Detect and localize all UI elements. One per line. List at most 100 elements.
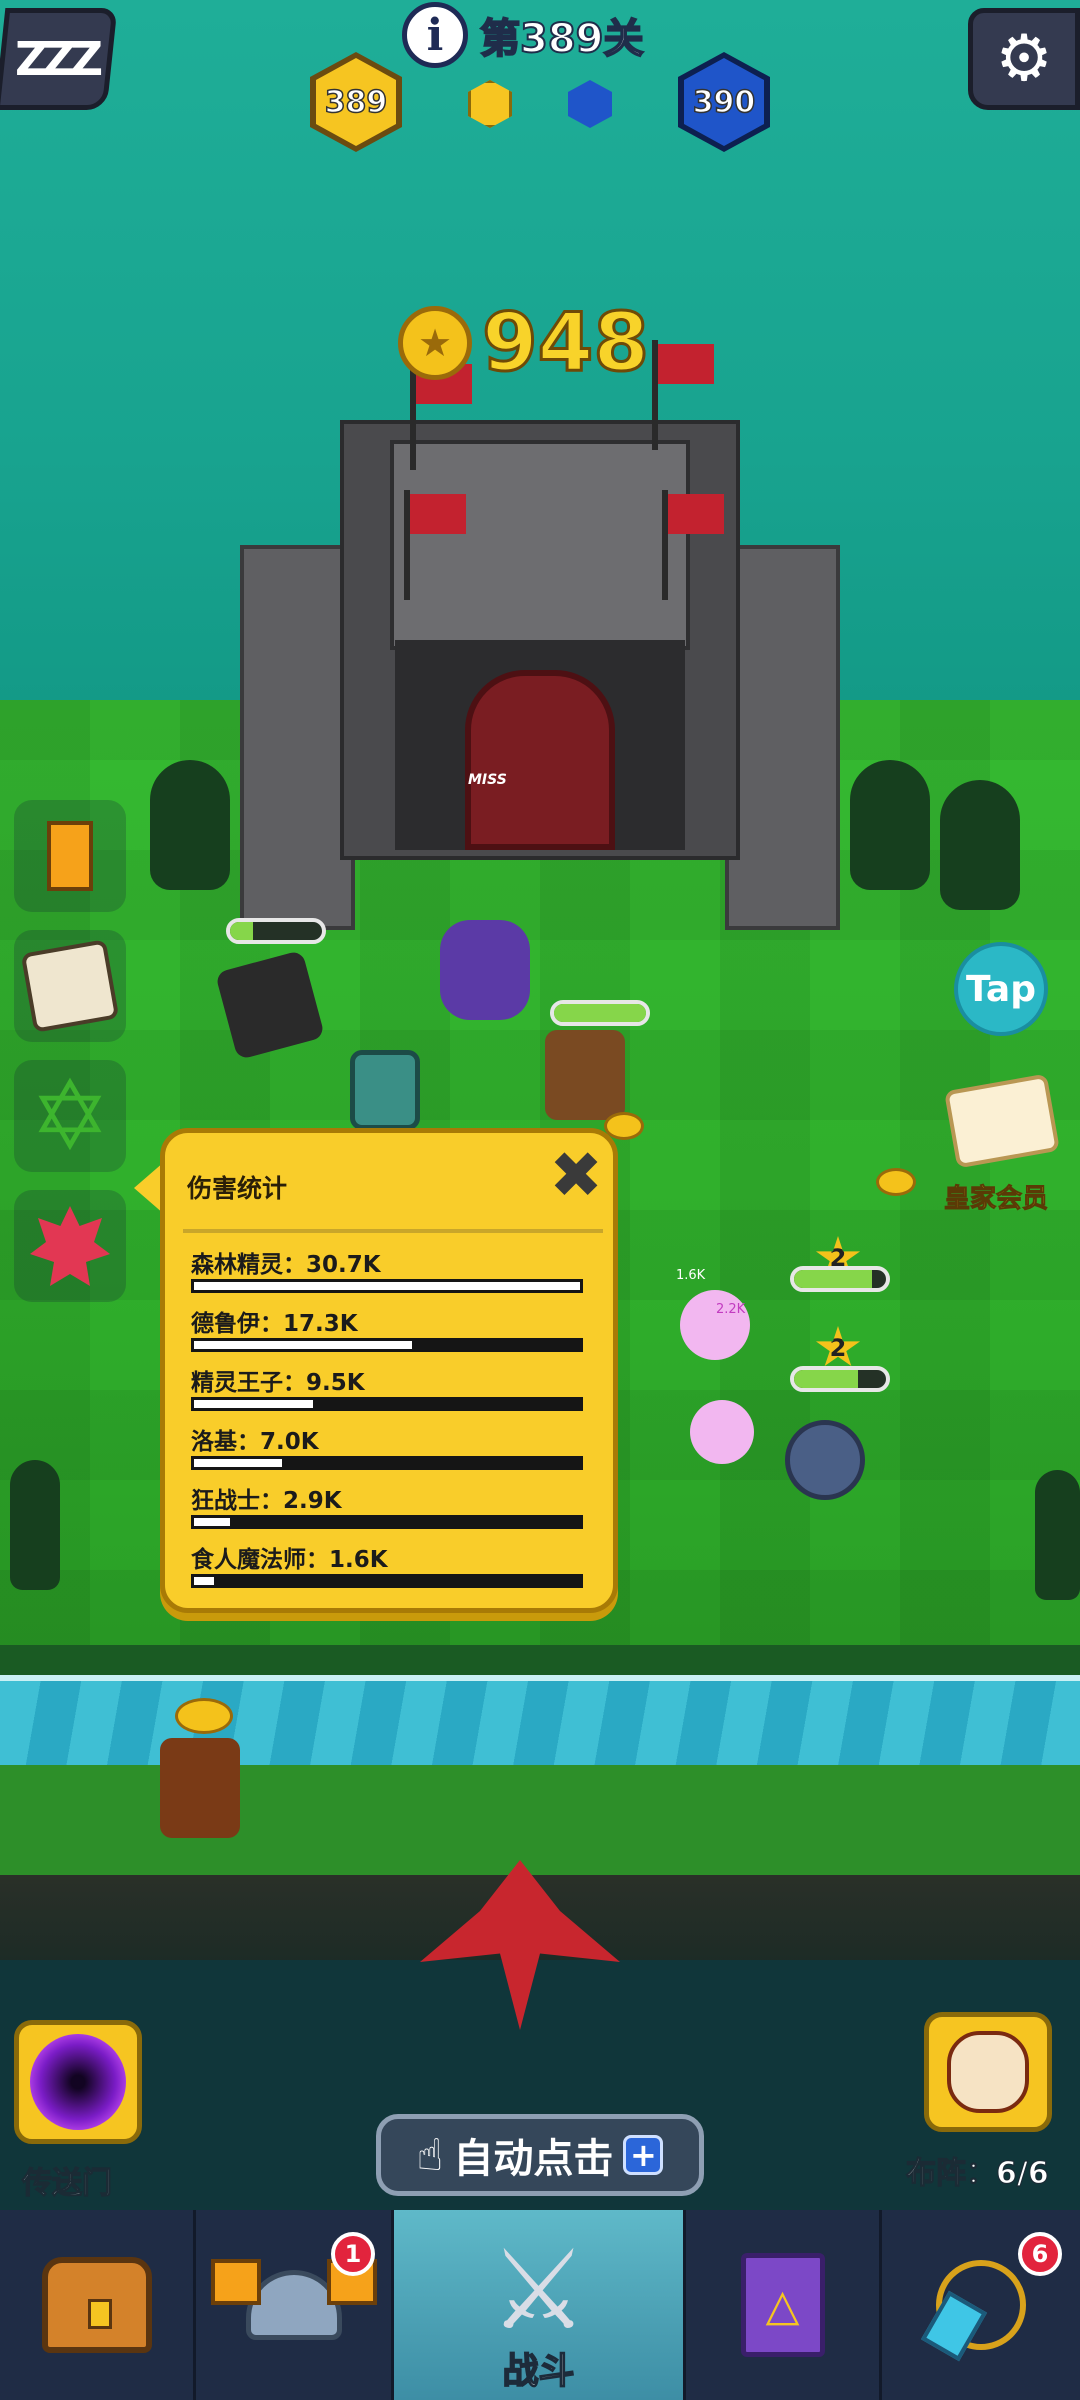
tab-treasure[interactable]: [0, 2210, 196, 2400]
level-title: 第389关: [479, 15, 644, 63]
damage-row-label: 狂战士：2.9K: [191, 1488, 342, 1514]
treasure-chest-icon: [41, 2257, 152, 2353]
necklace-icon: [936, 2260, 1026, 2350]
sleep-icon: ZZZ: [14, 32, 98, 86]
quest-scroll-button[interactable]: [14, 930, 126, 1042]
trophy-icon: [47, 821, 93, 891]
portal-icon: [30, 2034, 126, 2130]
warrior-unit[interactable]: [545, 1030, 625, 1120]
info-button[interactable]: i: [402, 2, 468, 68]
damage-row: 食人魔法师：1.6K: [191, 1540, 591, 1588]
castle-gate: [465, 670, 615, 850]
scroll-icon: [20, 939, 120, 1033]
formation-button[interactable]: [924, 2012, 1052, 2132]
info-icon: i: [426, 9, 444, 61]
damage-row: 狂战士：2.9K: [191, 1481, 591, 1529]
damage-row: 精灵王子：9.5K: [191, 1363, 591, 1411]
tree-icon: [940, 780, 1020, 910]
halo-icon: [175, 1698, 233, 1734]
castle-roof: [390, 440, 690, 650]
hexagram-icon: ✡: [29, 1060, 111, 1172]
gold-coin-drop[interactable]: [876, 1168, 916, 1196]
close-button[interactable]: ✖: [545, 1139, 607, 1213]
tree-icon: [850, 760, 930, 890]
castle-wall-right: [725, 545, 840, 930]
red-flag-icon: [668, 494, 724, 534]
tab-battle[interactable]: ⚔ 战斗: [394, 2210, 686, 2400]
damage-bar-fill: [194, 1282, 580, 1290]
viking-helmet-icon: [210, 2259, 377, 2340]
tab-spellbook[interactable]: △: [686, 2210, 882, 2400]
tree-icon: [10, 1460, 60, 1590]
hexagram-button[interactable]: ✡: [14, 1060, 126, 1172]
enemy-unit[interactable]: [680, 1290, 750, 1360]
damage-row-label: 德鲁伊：17.3K: [191, 1311, 358, 1337]
damage-bar-fill: [194, 1577, 215, 1585]
damage-row-label: 洛基：7.0K: [191, 1429, 319, 1455]
taptap-button[interactable]: Tap: [954, 942, 1048, 1036]
damage-bar: [191, 1574, 583, 1588]
panel-divider: [183, 1229, 603, 1233]
unit-hp-bar: [550, 1000, 650, 1026]
castle-wall-left: [240, 545, 355, 930]
ranking-button[interactable]: [14, 800, 126, 912]
bottom-nav: 1 ⚔ 战斗 △ 6: [0, 2210, 1080, 2400]
hero-avatar-icon: [947, 2031, 1029, 2113]
plus-icon: +: [623, 2135, 664, 2175]
notification-badge: 1: [331, 2232, 375, 2276]
settings-button[interactable]: ⚙: [968, 8, 1080, 110]
gold-coin-icon: ★: [398, 306, 472, 380]
maple-leaf-button[interactable]: [14, 1190, 126, 1302]
damage-bar: [191, 1279, 583, 1293]
damage-row: 洛基：7.0K: [191, 1422, 591, 1470]
unit-hp-bar: [226, 918, 326, 944]
miss-indicator: MISS: [468, 772, 507, 788]
vip-label[interactable]: 皇家会员: [943, 1178, 1048, 1215]
auto-tap-label: 自动点击: [453, 2136, 614, 2182]
floating-damage: 2.2K: [716, 1302, 746, 1317]
tab-heroes[interactable]: 1: [196, 2210, 394, 2400]
unit-hp-fill: [794, 1370, 859, 1388]
tab-artifacts[interactable]: 6: [882, 2210, 1080, 2400]
portal-button[interactable]: [14, 2020, 142, 2144]
unit-hp-fill: [794, 1270, 873, 1288]
damage-row: 森林精灵：30.7K: [191, 1245, 591, 1293]
current-level-number: 389: [316, 58, 396, 146]
damage-bar: [191, 1397, 583, 1411]
pointer-hand-icon: ☝: [416, 2129, 444, 2181]
portal-label: 传送门: [21, 2165, 112, 2201]
formation-count: 布阵：6/6: [905, 2155, 1049, 2191]
enemy-unit[interactable]: [690, 1400, 754, 1464]
damage-row: 德鲁伊：17.3K: [191, 1304, 591, 1352]
field-edge: [0, 1645, 1080, 1675]
damage-row-label: 森林精灵：30.7K: [191, 1252, 381, 1278]
stone-golem-unit[interactable]: [350, 1050, 420, 1130]
spellbook-icon: △: [740, 2253, 825, 2357]
maple-leaf-icon: [30, 1206, 110, 1286]
damage-bar-fill: [194, 1518, 231, 1526]
next-level-number: 390: [684, 58, 764, 146]
damage-bar: [191, 1338, 583, 1352]
ogre-mage-unit[interactable]: [160, 1738, 240, 1838]
damage-bar-fill: [194, 1459, 282, 1467]
damage-row-label: 食人魔法师：1.6K: [191, 1547, 388, 1573]
red-flag-icon: [410, 494, 466, 534]
damage-bar-fill: [194, 1400, 314, 1408]
close-icon: ✖: [549, 1139, 603, 1213]
damage-bar: [191, 1456, 583, 1470]
taptap-label: Tap: [966, 968, 1036, 1010]
auto-tap-button[interactable]: ☝ 自动点击 +: [376, 2114, 704, 2196]
demon-unit[interactable]: [440, 920, 530, 1020]
unit-hp-bar: [790, 1366, 890, 1392]
unit-hp-fill: [554, 1004, 646, 1022]
gold-amount: 948: [481, 295, 651, 391]
sleep-button[interactable]: ZZZ: [0, 8, 118, 110]
tree-icon: [150, 760, 230, 890]
damage-bar: [191, 1515, 583, 1529]
spiked-ball-enemy[interactable]: [785, 1420, 865, 1500]
crossed-swords-icon: ⚔: [489, 2226, 588, 2354]
helmet-wing: [210, 2259, 261, 2305]
floating-damage: 1.6K: [676, 1268, 706, 1283]
tree-icon: [1035, 1470, 1080, 1600]
damage-bar-fill: [194, 1341, 412, 1349]
